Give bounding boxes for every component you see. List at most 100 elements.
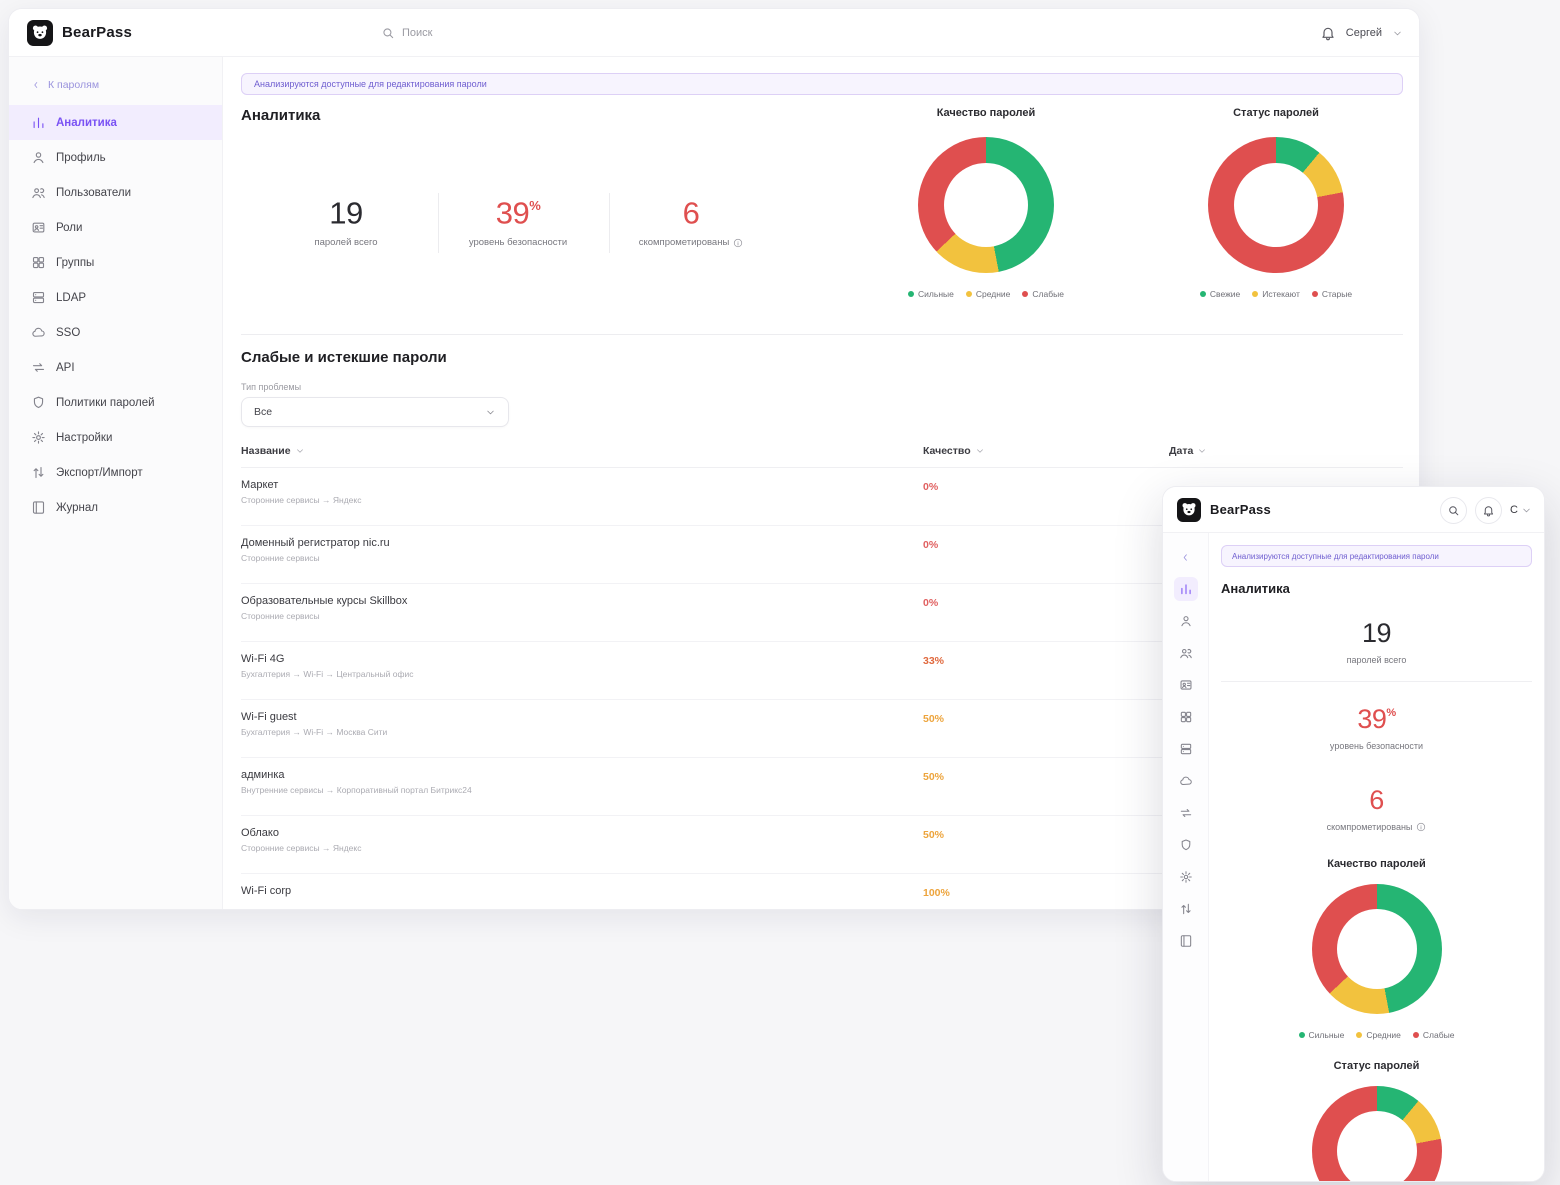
sidebar-item-profile[interactable]: Профиль — [9, 140, 222, 175]
stat-security-level: 39% уровень безопасности — [1221, 700, 1532, 751]
search-icon — [381, 26, 395, 40]
notifications-button[interactable] — [1475, 497, 1502, 524]
user-menu[interactable]: C — [1510, 504, 1532, 516]
book-icon — [31, 500, 46, 515]
info-icon[interactable] — [1416, 822, 1426, 832]
mini-window: BearPass C Анализируются доступные для р… — [1162, 486, 1545, 1182]
sidebar-item-journal[interactable]: Журнал — [9, 490, 222, 525]
chart-legend: Свежие Истекают Старые — [1161, 289, 1391, 299]
cloud-icon — [31, 325, 46, 340]
id-card-icon — [1179, 678, 1193, 692]
bell-icon[interactable] — [1320, 25, 1336, 41]
sidebar-item-sso[interactable] — [1174, 769, 1198, 793]
user-menu[interactable]: Сергей — [1320, 9, 1403, 57]
sidebar-item-ldap[interactable] — [1174, 737, 1198, 761]
stat-value: 39% — [1221, 700, 1532, 734]
sidebar-item-password-policies[interactable]: Политики паролей — [9, 385, 222, 420]
sidebar-item-settings[interactable] — [1174, 865, 1198, 889]
mini-topbar: BearPass C — [1163, 487, 1544, 533]
chart-icon — [31, 115, 46, 130]
stat-label: паролей всего — [1221, 655, 1532, 665]
sidebar-item-label: Роли — [56, 222, 82, 234]
shield-icon — [31, 395, 46, 410]
user-initial: C — [1510, 504, 1518, 516]
gear-icon — [1179, 870, 1193, 884]
chevron-down-icon — [1521, 505, 1532, 516]
stat-label: уровень безопасности — [433, 237, 603, 248]
stat-value: 6 — [606, 191, 776, 229]
search-field[interactable] — [381, 9, 592, 57]
info-icon[interactable] — [733, 238, 743, 248]
sidebar-item-password-policies[interactable] — [1174, 833, 1198, 857]
analysis-banner: Анализируются доступные для редактирован… — [241, 73, 1403, 95]
banner-text: Анализируются доступные для редактирован… — [1232, 552, 1439, 561]
stat-security-level: 39% уровень безопасности — [433, 191, 603, 248]
password-name: Wi-Fi 4G — [241, 653, 923, 665]
stat-value: 6 — [1221, 781, 1532, 815]
sidebar-item-export-import[interactable]: Экспорт/Импорт — [9, 455, 222, 490]
legend-item: Старые — [1312, 289, 1352, 299]
quality-value: 50% — [923, 827, 1169, 873]
sidebar-item-users[interactable]: Пользователи — [9, 175, 222, 210]
sidebar-item-label: Профиль — [56, 152, 106, 164]
sidebar-item-settings[interactable]: Настройки — [9, 420, 222, 455]
stat-value: 19 — [261, 191, 431, 229]
sidebar-item-users[interactable] — [1174, 641, 1198, 665]
sidebar-item-label: Журнал — [56, 502, 98, 514]
back-to-passwords-link[interactable]: К паролям — [31, 79, 222, 91]
stat-value: 19 — [1221, 614, 1532, 648]
column-header-date[interactable]: Дата — [1169, 445, 1403, 457]
sort-icon — [975, 446, 985, 456]
stat-label: скомпрометированы — [1221, 822, 1532, 832]
sidebar-item-label: SSO — [56, 327, 80, 339]
chart-legend: Сильные Средние Слабые — [871, 289, 1101, 299]
sidebar-item-api[interactable]: API — [9, 350, 222, 385]
user-icon — [31, 150, 46, 165]
sidebar-item-api[interactable] — [1174, 801, 1198, 825]
sidebar-item-label: LDAP — [56, 292, 86, 304]
sidebar-item-sso[interactable]: SSO — [9, 315, 222, 350]
quality-value: 33% — [923, 653, 1169, 699]
import-export-icon — [31, 465, 46, 480]
password-path: Бухгалтерия → Wi-Fi → Москва Сити — [241, 727, 923, 737]
password-name: Wi-Fi guest — [241, 711, 923, 723]
chevron-down-icon — [1392, 28, 1403, 39]
sidebar-item-analytics[interactable]: Аналитика — [9, 105, 222, 140]
password-name: Wi-Fi corp — [241, 885, 923, 897]
password-quality-donut — [1312, 884, 1442, 1014]
legend-item: Сильные — [1299, 1030, 1345, 1040]
sidebar-item-roles[interactable] — [1174, 673, 1198, 697]
sidebar-item-groups[interactable] — [1174, 705, 1198, 729]
chart-password-quality: Качество паролей Сильные Средние Слабые — [871, 107, 1101, 299]
password-path: Сторонние сервисы → Яндекс — [241, 843, 923, 853]
password-status-donut — [1208, 137, 1344, 273]
sidebar-item-ldap[interactable]: LDAP — [9, 280, 222, 315]
column-header-quality[interactable]: Качество — [923, 445, 1169, 457]
brand: BearPass — [1163, 498, 1271, 522]
sidebar-item-groups[interactable]: Группы — [9, 245, 222, 280]
sidebar-item-profile[interactable] — [1174, 609, 1198, 633]
back-to-passwords-link[interactable] — [1174, 545, 1198, 569]
stat-total-passwords: 19 паролей всего — [261, 191, 431, 248]
main-topbar: BearPass Сергей — [9, 9, 1419, 57]
sidebar-item-analytics[interactable] — [1174, 577, 1198, 601]
column-header-name[interactable]: Название — [241, 445, 923, 457]
arrows-exchange-icon — [31, 360, 46, 375]
sidebar-item-export-import[interactable] — [1174, 897, 1198, 921]
page-title: Аналитика — [241, 107, 320, 124]
sidebar-item-roles[interactable]: Роли — [9, 210, 222, 245]
sidebar-item-journal[interactable] — [1174, 929, 1198, 953]
chart-title: Статус паролей — [1221, 1060, 1532, 1072]
chart-title: Статус паролей — [1161, 107, 1391, 119]
password-name: Образовательные курсы Skillbox — [241, 595, 923, 607]
legend-item: Сильные — [908, 289, 954, 299]
brand-name: BearPass — [62, 24, 132, 41]
chart-icon — [1179, 582, 1193, 596]
id-card-icon — [31, 220, 46, 235]
filter-label: Тип проблемы — [241, 382, 1403, 392]
search-input[interactable] — [402, 27, 592, 39]
sidebar-item-label: Пользователи — [56, 187, 131, 199]
problem-type-select[interactable]: Все — [241, 397, 509, 427]
stat-label: скомпрометированы — [606, 237, 776, 248]
search-button[interactable] — [1440, 497, 1467, 524]
